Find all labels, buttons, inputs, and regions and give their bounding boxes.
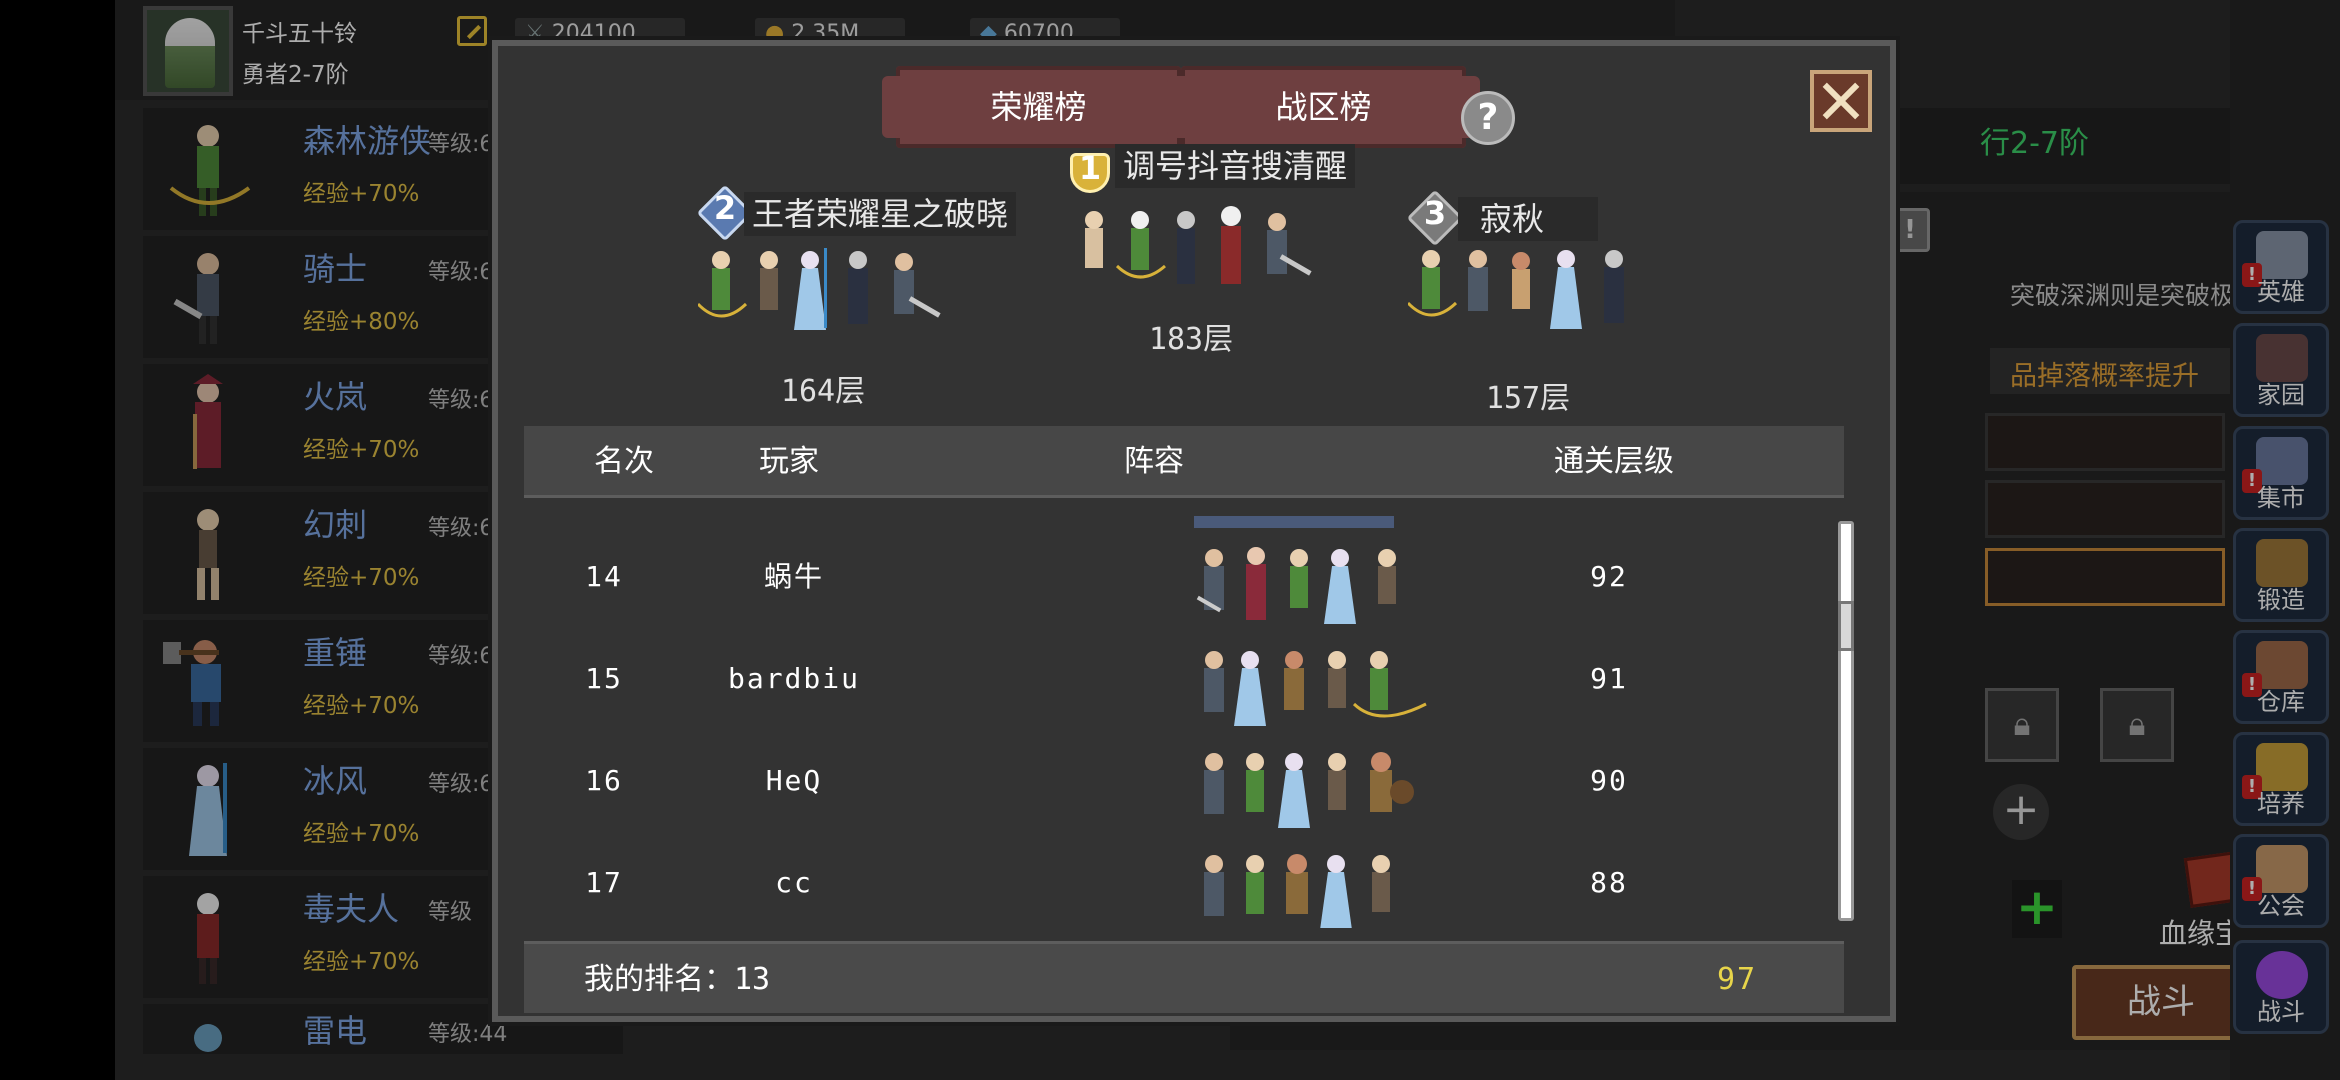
row-lineup: [1204, 854, 1390, 928]
row-lineup: [1204, 651, 1427, 726]
row-player: 蜗牛: [763, 560, 824, 593]
my-rank-label: 我的排名：13: [584, 962, 771, 997]
podium-rank-2[interactable]: 2 王者荣耀星之破晓 164层: [696, 184, 1038, 416]
rank-badge: 1: [1063, 146, 1117, 200]
tab-zone-ranking[interactable]: 战区榜: [1167, 66, 1480, 148]
podium-rank-1[interactable]: 1 调号抖音搜清醒 183层: [1063, 144, 1393, 366]
table-row[interactable]: 17 cc 88: [524, 832, 1804, 928]
scrollbar-track[interactable]: [1838, 521, 1854, 921]
row-lineup: [1204, 752, 1414, 828]
ranking-table-header: 名次 玩家 阵容 通关层级: [524, 426, 1844, 498]
podium-player-name: 王者荣耀星之破晓: [744, 192, 1017, 236]
podium-floor: 157层: [1485, 381, 1571, 416]
rank-number: 3: [1423, 194, 1447, 232]
row-player: bardbiu: [727, 662, 860, 695]
tab-label: 荣耀榜: [990, 88, 1087, 126]
column-header-lineup: 阵容: [1124, 444, 1184, 479]
row-lineup: [1196, 547, 1396, 624]
podium-lineup: [1085, 206, 1312, 284]
podium-player-name: 寂秋: [1458, 197, 1598, 241]
row-rank: 15: [585, 662, 623, 695]
podium-player-name: 调号抖音搜清醒: [1115, 144, 1356, 188]
tab-glory-ranking[interactable]: 荣耀榜: [882, 66, 1195, 148]
podium-lineup: [698, 248, 941, 330]
rank-number: 1: [1078, 149, 1102, 187]
table-row[interactable]: 14 蜗牛 92: [524, 526, 1804, 628]
podium-lineup: [1408, 250, 1624, 329]
row-rank: 16: [585, 764, 623, 797]
podium-floor: 183层: [1148, 322, 1234, 357]
row-rank: 17: [585, 866, 623, 899]
table-row[interactable]: 15 bardbiu 91: [524, 628, 1804, 730]
rank-badge: 3: [1406, 189, 1464, 247]
column-header-player: 玩家: [759, 444, 819, 479]
my-rank-bar: 我的排名：13 97: [524, 941, 1844, 1013]
column-header-rank: 名次: [594, 444, 654, 479]
help-icon[interactable]: ?: [1461, 91, 1515, 145]
podium-floor: 164层: [780, 374, 866, 409]
row-floor: 91: [1590, 662, 1628, 695]
row-floor: 92: [1590, 560, 1628, 593]
podium-rank-3[interactable]: 3 寂秋 157层: [1406, 189, 1728, 421]
ranking-table-body[interactable]: 14 蜗牛 92 15 bardbiu 91 16 HeQ 90 17 cc 8…: [524, 516, 1824, 928]
table-row[interactable]: 16 HeQ 90: [524, 730, 1804, 832]
row-player: cc: [775, 866, 813, 899]
leaderboard-dialog: 荣耀榜 战区榜 ? 2 王者荣耀星之破晓 164层 1 调号抖音搜清醒 183层…: [488, 36, 1900, 1026]
column-header-floor: 通关层级: [1554, 444, 1674, 479]
close-button[interactable]: [1810, 70, 1872, 132]
my-floor: 97: [1717, 962, 1758, 997]
row-rank: 14: [585, 560, 623, 593]
row-floor: 90: [1590, 764, 1628, 797]
scrollbar-thumb[interactable]: [1838, 601, 1854, 651]
row-player: HeQ: [765, 764, 823, 797]
row-floor: 88: [1590, 866, 1628, 899]
tab-label: 战区榜: [1275, 88, 1372, 126]
